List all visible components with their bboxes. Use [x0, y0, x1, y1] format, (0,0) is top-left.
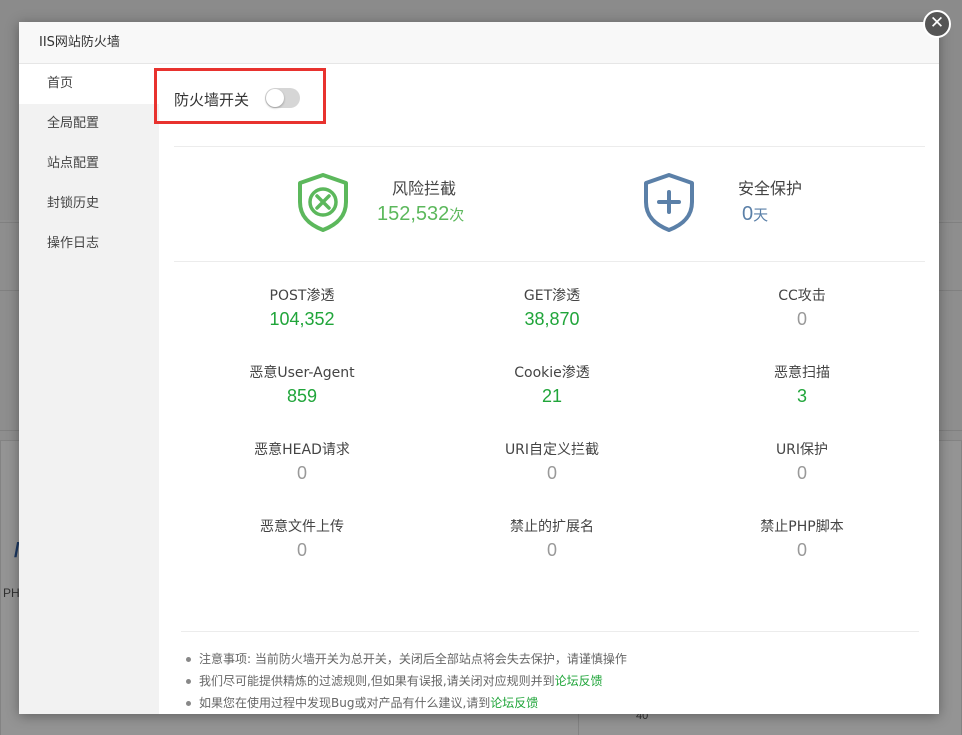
stat-cell: POST渗透 104,352	[202, 286, 402, 332]
safe-protect-stat: 安全保护 0天	[642, 172, 862, 236]
firewall-switch-label: 防火墙开关	[174, 91, 250, 109]
stat-value: 38,870	[524, 309, 580, 329]
stat-value: 0	[546, 540, 557, 560]
sidebar-item-operation-log[interactable]: 操作日志	[19, 224, 159, 264]
stat-cell: URI保护 0	[702, 440, 902, 486]
stat-cell: 恶意User-Agent 859	[202, 363, 402, 409]
bullet-icon	[186, 657, 191, 662]
stat-label: POST渗透	[269, 288, 335, 304]
stat-label: CC攻击	[778, 288, 826, 304]
stat-cell: 恶意HEAD请求 0	[202, 440, 402, 486]
divider	[181, 631, 919, 632]
modal-title: IIS网站防火墙	[19, 22, 939, 64]
stat-label: 恶意扫描	[774, 365, 830, 381]
toggle-knob	[266, 89, 284, 107]
stat-cell: Cookie渗透 21	[452, 363, 652, 409]
risk-intercept-title: 风险拦截	[392, 179, 457, 198]
stat-value: 859	[286, 386, 318, 406]
stat-value: 0	[296, 540, 307, 560]
sidebar: 首页 全局配置 站点配置 封锁历史 操作日志	[19, 64, 159, 714]
stat-value: 0	[546, 463, 557, 483]
note-item: 注意事项: 当前防火墙开关为总开关，关闭后全部站点将会失去保护，请谨慎操作	[186, 648, 627, 670]
stat-label: 恶意文件上传	[260, 519, 344, 535]
stat-label: 恶意HEAD请求	[254, 442, 350, 458]
stat-cell: 禁止PHP脚本 0	[702, 517, 902, 563]
risk-intercept-value: 152,532	[377, 203, 450, 225]
stat-label: 禁止的扩展名	[510, 519, 594, 535]
stat-value: 0	[796, 463, 807, 483]
note-text: 我们尽可能提供精炼的过滤规则,但如果有误报,请关闭对应规则并到	[199, 674, 555, 688]
stat-cell: 禁止的扩展名 0	[452, 517, 652, 563]
stat-label: URI保护	[775, 442, 829, 458]
safe-protect-value: 0	[742, 203, 754, 225]
stat-label: 禁止PHP脚本	[760, 519, 844, 535]
forum-feedback-link[interactable]: 论坛反馈	[555, 674, 603, 688]
safe-protect-unit: 天	[753, 206, 769, 224]
bullet-icon	[186, 679, 191, 684]
stat-label: 恶意User-Agent	[249, 365, 355, 381]
note-item: 如果您在使用过程中发现Bug或对产品有什么建议,请到论坛反馈	[186, 692, 627, 714]
stat-value: 0	[796, 540, 807, 560]
stat-value: 3	[796, 386, 807, 406]
firewall-toggle[interactable]	[265, 88, 300, 108]
note-text: 如果您在使用过程中发现Bug或对产品有什么建议,请到	[199, 696, 491, 710]
stat-value: 0	[796, 309, 807, 329]
divider	[174, 261, 925, 262]
sidebar-item-block-history[interactable]: 封锁历史	[19, 184, 159, 224]
stat-value: 0	[296, 463, 307, 483]
note-text: 注意事项: 当前防火墙开关为总开关，关闭后全部站点将会失去保护，请谨慎操作	[199, 652, 627, 666]
stat-value: 104,352	[269, 309, 335, 329]
stat-value: 21	[541, 386, 563, 406]
sidebar-item-site-config[interactable]: 站点配置	[19, 144, 159, 184]
safe-protect-title: 安全保护	[738, 179, 803, 198]
stat-cell: GET渗透 38,870	[452, 286, 652, 332]
stat-cell: URI自定义拦截 0	[452, 440, 652, 486]
sidebar-item-home[interactable]: 首页	[19, 64, 159, 104]
safe-protect-value-row: 0天	[742, 203, 768, 226]
sidebar-item-global-config[interactable]: 全局配置	[19, 104, 159, 144]
main-content: 防火墙开关 风险拦截 152,532次 安全保护 0天 POST渗透 104,3…	[154, 64, 939, 714]
stat-cell: 恶意文件上传 0	[202, 517, 402, 563]
stat-label: Cookie渗透	[514, 365, 590, 381]
forum-feedback-link[interactable]: 论坛反馈	[490, 696, 538, 710]
risk-intercept-value-row: 152,532次	[377, 203, 464, 226]
stat-label: URI自定义拦截	[504, 442, 600, 458]
shield-x-icon	[298, 173, 348, 232]
notes-list: 注意事项: 当前防火墙开关为总开关，关闭后全部站点将会失去保护，请谨慎操作 我们…	[186, 648, 627, 714]
note-item: 我们尽可能提供精炼的过滤规则,但如果有误报,请关闭对应规则并到论坛反馈	[186, 670, 627, 692]
divider	[174, 146, 925, 147]
firewall-switch-row: 防火墙开关	[154, 68, 326, 124]
shield-plus-icon	[644, 173, 694, 232]
bullet-icon	[186, 701, 191, 706]
stat-label: GET渗透	[523, 288, 581, 304]
firewall-modal: IIS网站防火墙 首页 全局配置 站点配置 封锁历史 操作日志 防火墙开关 风险…	[19, 22, 939, 714]
risk-intercept-unit: 次	[449, 206, 465, 224]
close-icon[interactable]: ✕	[923, 10, 951, 38]
stat-cell: 恶意扫描 3	[702, 363, 902, 409]
risk-intercept-stat: 风险拦截 152,532次	[296, 172, 516, 236]
stat-cell: CC攻击 0	[702, 286, 902, 332]
